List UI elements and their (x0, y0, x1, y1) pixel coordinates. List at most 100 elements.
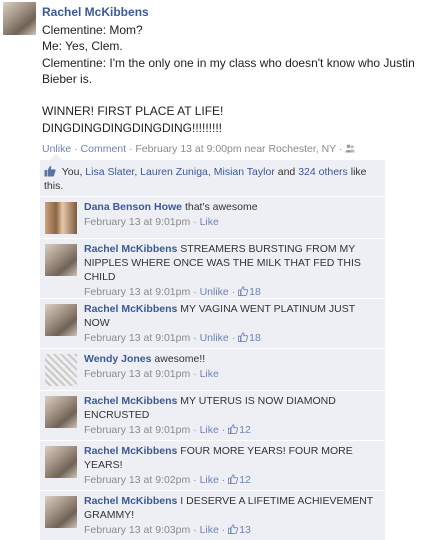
story-line: DINGDINGDINGDINGDING!!!!!!!!! (42, 120, 223, 135)
separator: · (128, 143, 133, 155)
comment-like-count[interactable]: 13 (228, 524, 251, 536)
separator: · (193, 524, 197, 536)
comment-meta: February 13 at 9:01pm · Like (84, 367, 379, 381)
separator: · (221, 474, 226, 486)
comment-item: Dana Benson Howe that's awesome February… (40, 196, 385, 238)
commenter-avatar[interactable] (45, 496, 77, 528)
separator: · (231, 332, 236, 344)
comment-body: Rachel McKibbens FOUR MORE YEARS! FOUR M… (84, 444, 379, 487)
commenter-name[interactable]: Wendy Jones (84, 353, 152, 365)
author-name[interactable]: Rachel McKibbens (42, 5, 149, 19)
comment-unlike-link[interactable]: Unlike (200, 286, 229, 298)
comment-timestamp[interactable]: February 13 at 9:01pm (84, 368, 190, 380)
thumbs-up-icon (44, 165, 56, 177)
commenter-name[interactable]: Rachel McKibbens (84, 303, 177, 315)
comment-body: Rachel McKibbens I DESERVE A LIFETIME AC… (84, 494, 379, 537)
commenter-name[interactable]: Rachel McKibbens (84, 445, 177, 457)
comment-like-link[interactable]: Like (200, 524, 219, 536)
story-line (42, 87, 442, 103)
commenter-avatar[interactable] (45, 446, 77, 478)
liker-name[interactable]: Lauren Zuniga, (140, 166, 211, 178)
comment-item: Rachel McKibbens MY VAGINA WENT PLATINUM… (40, 298, 385, 348)
like-count: 12 (239, 474, 251, 486)
commenter-avatar[interactable] (45, 304, 77, 336)
comment-item: Rachel McKibbens MY UTERUS IS NOW DIAMON… (40, 390, 385, 440)
thumbs-up-icon (238, 332, 249, 342)
story-actions: Unlike · Comment · February 13 at 9:00pm… (42, 143, 356, 155)
comment-like-count[interactable]: 12 (228, 424, 251, 436)
feed-story: Rachel McKibbens Clementine: Mom? Me: Ye… (0, 0, 445, 540)
separator: · (338, 143, 343, 155)
comment-like-link[interactable]: Like (200, 474, 219, 486)
story-text: Clementine: Mom? Me: Yes, Clem. Clementi… (42, 22, 442, 136)
thumbs-up-icon (228, 474, 239, 484)
commenter-avatar[interactable] (45, 244, 77, 276)
commenter-avatar[interactable] (45, 396, 77, 428)
comment-item: Rachel McKibbens STREAMERS BURSTING FROM… (40, 238, 385, 298)
like-count: 12 (239, 424, 251, 436)
commenter-avatar[interactable] (45, 354, 77, 386)
separator: · (74, 143, 78, 155)
comment-meta: February 13 at 9:01pm · Unlike · 18 (84, 285, 379, 299)
comment-body: Dana Benson Howe that's awesome February… (84, 200, 379, 229)
likes-sentence: You, Lisa Slater, Lauren Zuniga, Misian … (44, 165, 384, 193)
separator: · (193, 368, 197, 380)
commenter-name[interactable]: Dana Benson Howe (84, 201, 182, 213)
comment-text: that's awesome (184, 201, 258, 213)
liker-name[interactable]: Lisa Slater, (85, 166, 137, 178)
commenter-avatar[interactable] (45, 202, 77, 234)
commenter-name[interactable]: Rachel McKibbens (84, 243, 177, 255)
separator: · (221, 524, 226, 536)
story-line: Clementine: Mom? (42, 23, 143, 37)
commenter-name[interactable]: Rachel McKibbens (84, 395, 177, 407)
likes-you: You, (61, 166, 83, 178)
comment-unlike-link[interactable]: Unlike (200, 332, 229, 344)
thumbs-up-icon (228, 424, 239, 434)
story-timestamp[interactable]: February 13 at 9:00pm near Rochester, NY (135, 143, 336, 155)
comment-timestamp[interactable]: February 13 at 9:01pm (84, 332, 190, 344)
comment-item: Rachel McKibbens FOUR MORE YEARS! FOUR M… (40, 440, 385, 490)
commenter-name[interactable]: Rachel McKibbens (84, 495, 177, 507)
comment-meta: February 13 at 9:01pm · Like (84, 215, 379, 229)
liker-name[interactable]: Misian Taylor (214, 166, 275, 178)
story-line: Clementine: I'm the only one in my class… (42, 55, 419, 86)
comment-body: Rachel McKibbens MY VAGINA WENT PLATINUM… (84, 302, 379, 345)
comment-timestamp[interactable]: February 13 at 9:02pm (84, 474, 190, 486)
comment-body: Rachel McKibbens MY UTERUS IS NOW DIAMON… (84, 394, 379, 437)
comment-timestamp[interactable]: February 13 at 9:01pm (84, 216, 190, 228)
separator: · (193, 286, 197, 298)
comment-like-link[interactable]: Like (200, 368, 219, 380)
separator: · (231, 286, 236, 298)
comment-item: Wendy Jones awesome!! February 13 at 9:0… (40, 348, 385, 390)
separator: · (221, 424, 226, 436)
comment-like-count[interactable]: 18 (238, 286, 261, 298)
comment-meta: February 13 at 9:02pm · Like · 12 (84, 473, 379, 487)
comment-like-count[interactable]: 12 (228, 474, 251, 486)
comment-text: awesome!! (154, 353, 206, 365)
story-line: WINNER! FIRST PLACE AT LIFE! (42, 104, 224, 119)
separator: · (193, 332, 197, 344)
comment-meta: February 13 at 9:01pm · Like · 12 (84, 423, 379, 437)
author-avatar[interactable] (3, 2, 36, 35)
comment-body: Rachel McKibbens STREAMERS BURSTING FROM… (84, 242, 379, 299)
thumbs-up-icon (228, 524, 239, 534)
comment-like-link[interactable]: Like (200, 424, 219, 436)
likes-others-link[interactable]: 324 others (298, 166, 348, 178)
comment-like-count[interactable]: 18 (238, 332, 261, 344)
like-count: 13 (239, 524, 251, 536)
like-count: 18 (249, 332, 261, 344)
comment-meta: February 13 at 9:03pm · Like · 13 (84, 523, 379, 537)
comment-timestamp[interactable]: February 13 at 9:03pm (84, 524, 190, 536)
comment-body: Wendy Jones awesome!! February 13 at 9:0… (84, 352, 379, 381)
comment-meta: February 13 at 9:01pm · Unlike · 18 (84, 331, 379, 345)
comment-like-link[interactable]: Like (200, 216, 219, 228)
separator: · (193, 216, 197, 228)
comment-timestamp[interactable]: February 13 at 9:01pm (84, 424, 190, 436)
comment-item: Rachel McKibbens I DESERVE A LIFETIME AC… (40, 490, 385, 540)
thumbs-up-icon (238, 286, 249, 296)
audience-friends-icon[interactable] (345, 144, 356, 153)
comment-timestamp[interactable]: February 13 at 9:01pm (84, 286, 190, 298)
separator: · (193, 474, 197, 486)
comment-link[interactable]: Comment (81, 143, 127, 155)
like-count: 18 (249, 286, 261, 298)
